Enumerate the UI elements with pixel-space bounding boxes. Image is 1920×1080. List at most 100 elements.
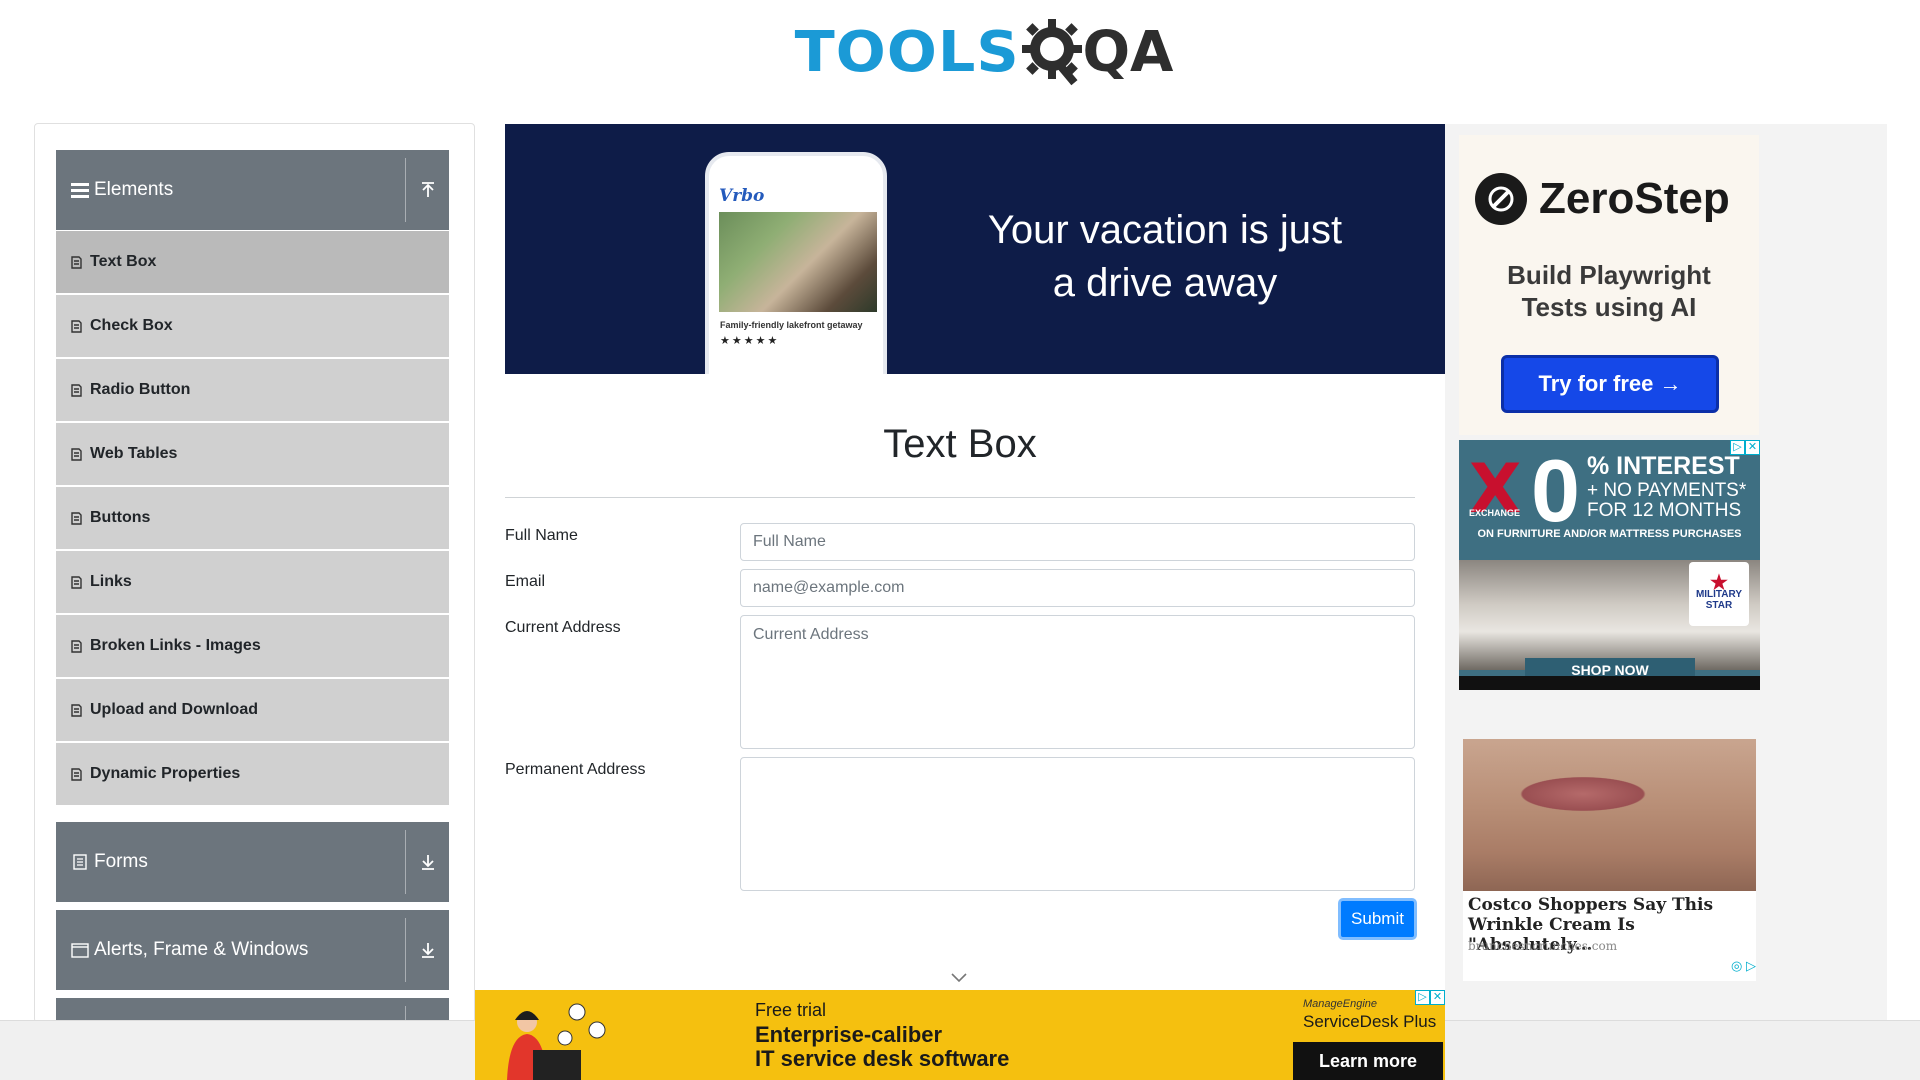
- current-address-textarea[interactable]: [740, 615, 1415, 749]
- exchange-zero: 0: [1531, 441, 1580, 540]
- chevron-down-icon[interactable]: [950, 970, 968, 984]
- file-icon: [71, 767, 82, 781]
- ad-info-icon[interactable]: ▷: [1415, 990, 1430, 1005]
- star-icon: ★: [1710, 571, 1728, 594]
- sidebar-item-label: Text Box: [90, 253, 157, 270]
- zerostep-subtitle-line-1: Build Playwright: [1507, 260, 1711, 290]
- sidebar-item-dynamic-properties[interactable]: Dynamic Properties: [56, 743, 449, 805]
- exchange-interest: % INTEREST: [1587, 452, 1740, 480]
- group-header-forms[interactable]: Forms: [56, 822, 449, 902]
- sidebar-item-label: Upload and Download: [90, 701, 258, 718]
- vrbo-tagline-line-1: Your vacation is just: [987, 208, 1343, 252]
- email-input[interactable]: [740, 569, 1415, 607]
- zerostep-subtitle: Build Playwright Tests using AI: [1459, 259, 1759, 323]
- sidebar-item-buttons[interactable]: Buttons: [56, 487, 449, 549]
- sidebar-item-web-tables[interactable]: Web Tables: [56, 423, 449, 485]
- try-for-free-button[interactable]: Try for free →: [1501, 355, 1719, 413]
- permanent-address-textarea[interactable]: [740, 757, 1415, 891]
- ad-banner-vrbo[interactable]: Vrbo Family-friendly lakefront getaway ★…: [505, 124, 1445, 374]
- military-star-line-2: STAR: [1705, 599, 1733, 611]
- sidebar-item-label: Buttons: [90, 509, 151, 526]
- free-trial-label: Free trial: [755, 1000, 827, 1020]
- file-icon: [71, 575, 82, 589]
- manageengine-logo: ManageEngine: [1303, 998, 1378, 1010]
- sidebar-item-check-box[interactable]: Check Box: [56, 295, 449, 357]
- ad-exchange[interactable]: X EXCHANGE 0 % INTEREST + NO PAYMENTS* F…: [1459, 440, 1760, 690]
- collapse-up-icon[interactable]: [406, 181, 449, 199]
- logo-tools-text: TOOLS: [794, 19, 1020, 85]
- sidebar-item-label: Dynamic Properties: [90, 765, 241, 782]
- vrbo-logo: Vrbo: [719, 186, 765, 206]
- learn-more-button[interactable]: Learn more: [1293, 1042, 1443, 1080]
- exchange-months: FOR 12 MONTHS: [1587, 500, 1742, 521]
- vrbo-tagline: Your vacation is just a drive away: [965, 204, 1365, 310]
- sidebar-item-broken-links[interactable]: Broken Links - Images: [56, 615, 449, 677]
- document-icon: [71, 853, 89, 871]
- file-icon: [71, 639, 82, 653]
- full-name-label: Full Name: [505, 527, 578, 544]
- group-label-elements: Elements: [94, 179, 174, 200]
- logo-qa-text: QA: [1082, 19, 1174, 85]
- support-agent-illustration: [507, 1003, 606, 1080]
- servicedesk-headline-1: Enterprise-caliber: [755, 1022, 943, 1047]
- window-icon: [71, 941, 89, 959]
- sidebar-item-label: Broken Links - Images: [90, 637, 261, 654]
- file-icon: [71, 319, 82, 333]
- zerostep-subtitle-line-2: Tests using AI: [1521, 292, 1697, 322]
- file-icon: [71, 383, 82, 397]
- sidebar-item-links[interactable]: Links: [56, 551, 449, 613]
- sidebar-item-label: Web Tables: [90, 445, 178, 462]
- vacation-photo: [719, 212, 877, 312]
- military-star-badge: ★ MILITARY STAR: [1689, 562, 1749, 626]
- sidebar-item-radio-button[interactable]: Radio Button: [56, 359, 449, 421]
- hamburger-icon: [71, 181, 89, 199]
- file-icon: [71, 511, 82, 525]
- ad-choices-icon[interactable]: ◎ ▷: [1731, 958, 1756, 974]
- zerostep-mark-icon: [1475, 173, 1527, 225]
- close-icon[interactable]: ✕: [1430, 990, 1445, 1005]
- sidebar-item-label: Radio Button: [90, 381, 191, 398]
- vrbo-tagline-line-2: a drive away: [1052, 261, 1278, 305]
- expand-down-icon[interactable]: [406, 853, 449, 871]
- military-star-line-1: MILITARY: [1695, 588, 1743, 600]
- sidebar-item-label: Links: [90, 573, 132, 590]
- exchange-terms: ON FURNITURE AND/OR MATTRESS PURCHASES: [1477, 528, 1742, 540]
- current-address-label: Current Address: [505, 619, 621, 636]
- logo-qa: QA: [1020, 17, 1173, 87]
- ad-info-icon[interactable]: ▷: [1730, 440, 1745, 455]
- ad-wrinkle-cream[interactable]: Costco Shoppers Say This Wrinkle Cream I…: [1463, 739, 1756, 981]
- toolsqa-logo[interactable]: TOOLS QA: [795, 14, 1173, 90]
- permanent-address-label: Permanent Address: [505, 761, 646, 778]
- phone-mockup: Vrbo Family-friendly lakefront getaway ★…: [705, 152, 887, 374]
- lips-photo: [1463, 739, 1756, 891]
- sidebar-item-label: Check Box: [90, 317, 173, 334]
- file-icon: [71, 703, 82, 717]
- ad-choices[interactable]: ▷ ✕: [1730, 440, 1760, 455]
- close-icon[interactable]: ✕: [1745, 440, 1760, 455]
- sidebar-item-upload-download[interactable]: Upload and Download: [56, 679, 449, 741]
- cream-source: brunchesncrunches.com: [1468, 939, 1618, 953]
- exchange-no-payments: + NO PAYMENTS*: [1587, 480, 1747, 501]
- ad-choices[interactable]: ▷ ✕: [1415, 990, 1445, 1005]
- zerostep-name: ZeroStep: [1539, 174, 1730, 223]
- ad-servicedesk[interactable]: Free trial Enterprise-caliber IT service…: [475, 990, 1445, 1080]
- full-name-input[interactable]: [740, 523, 1415, 561]
- title-divider: [505, 497, 1415, 498]
- vrbo-caption: Family-friendly lakefront getaway: [720, 320, 863, 330]
- exchange-footer-bar: [1459, 676, 1760, 690]
- group-header-alerts[interactable]: Alerts, Frame & Windows: [56, 910, 449, 990]
- servicedesk-headline-2: IT service desk software: [755, 1046, 1010, 1071]
- file-icon: [71, 255, 82, 269]
- email-label: Email: [505, 573, 546, 590]
- group-label-alerts: Alerts, Frame & Windows: [94, 939, 309, 960]
- site-header: TOOLS QA: [0, 0, 1920, 100]
- group-header-elements[interactable]: Elements: [56, 150, 449, 230]
- expand-down-icon[interactable]: [406, 941, 449, 959]
- file-icon: [71, 447, 82, 461]
- sidebar-item-text-box[interactable]: Text Box: [56, 231, 449, 293]
- submit-button[interactable]: Submit: [1338, 898, 1417, 940]
- gear-magnifier-icon: [1022, 19, 1083, 86]
- servicedesk-product: ServiceDesk Plus: [1303, 1012, 1437, 1031]
- exchange-brand: EXCHANGE: [1469, 508, 1521, 518]
- ad-zerostep[interactable]: ZeroStep Build Playwright Tests using AI…: [1459, 135, 1759, 435]
